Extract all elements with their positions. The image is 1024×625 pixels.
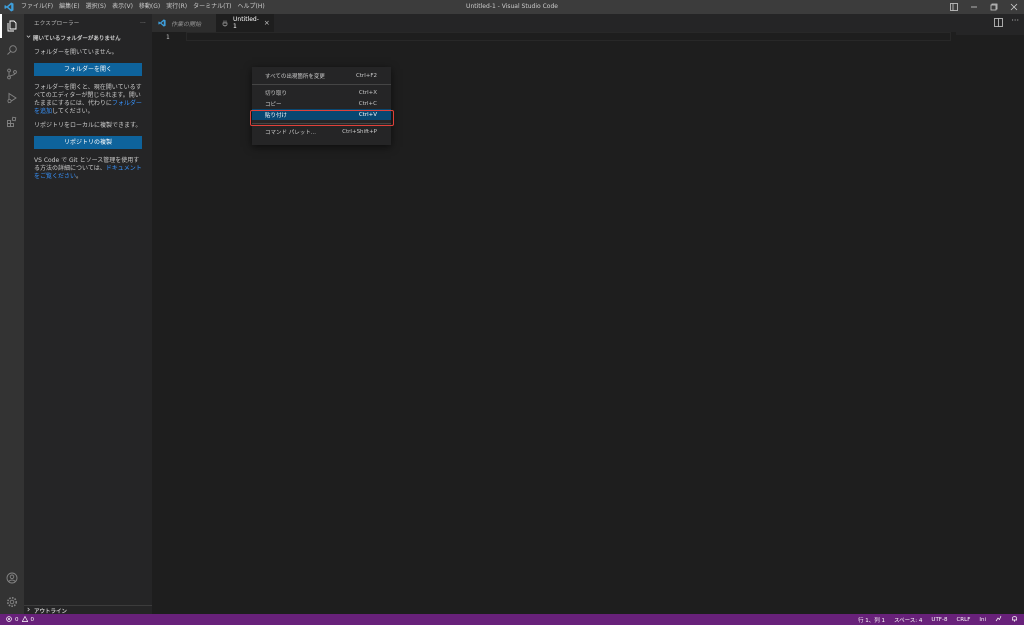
menu-selection[interactable]: 選択(S) xyxy=(83,0,110,14)
open-folder-desc-end: してください。 xyxy=(52,108,94,115)
search-icon[interactable] xyxy=(0,38,24,62)
line-number: 1 xyxy=(166,34,170,41)
no-folder-text: フォルダーを開いていません。 xyxy=(34,49,118,56)
settings-gear-icon[interactable] xyxy=(0,590,24,614)
menu-terminal[interactable]: ターミナル(T) xyxy=(190,0,234,14)
activity-bar xyxy=(0,14,24,615)
clone-text: リポジトリをローカルに複製できます。 xyxy=(34,122,142,129)
menu-item-shortcut: Ctrl+F2 xyxy=(355,72,377,79)
error-icon xyxy=(6,615,12,624)
language-mode[interactable]: Ini xyxy=(979,617,986,623)
chevron-down-icon xyxy=(26,34,31,41)
split-editor-icon[interactable] xyxy=(994,18,1004,28)
window-controls xyxy=(944,0,1024,14)
layout-icon[interactable] xyxy=(944,0,964,14)
sidebar-title: エクスプローラー xyxy=(34,21,80,27)
paste-highlight-annotation xyxy=(250,110,394,126)
end-of-line[interactable]: CRLF xyxy=(956,617,970,623)
section-title: 開いているフォルダーがありません xyxy=(33,35,121,42)
menu-item-label: コピー xyxy=(265,101,282,108)
menu-separator xyxy=(252,83,391,85)
account-icon[interactable] xyxy=(0,566,24,590)
current-line-highlight xyxy=(186,32,951,41)
more-actions-icon[interactable]: ··· xyxy=(140,20,146,26)
error-count: 0 xyxy=(15,616,19,623)
explorer-icon[interactable] xyxy=(0,14,24,38)
feedback-icon[interactable] xyxy=(995,615,1002,624)
indentation[interactable]: スペース: 4 xyxy=(894,616,922,624)
warning-count: 0 xyxy=(30,616,35,623)
minimize-icon[interactable] xyxy=(964,0,984,14)
encoding[interactable]: UTF-8 xyxy=(931,617,947,623)
source-control-icon[interactable] xyxy=(0,62,24,86)
tab-welcome[interactable]: 作業の開始 xyxy=(152,14,216,32)
tab-untitled[interactable]: Untitled-1 × xyxy=(216,14,274,32)
menu-item-shortcut: Ctrl+Shift+P xyxy=(342,128,377,135)
menu-item-copy[interactable]: コピー Ctrl+C xyxy=(252,98,391,109)
open-folder-description: フォルダーを開くと、現在開いているすべてのエディターが閉じられます。開いたままに… xyxy=(34,84,142,116)
status-bar-right: 行 1、列 1 スペース: 4 UTF-8 CRLF Ini xyxy=(858,614,1018,625)
context-menu: すべての出現箇所を変更 Ctrl+F2 切り取り Ctrl+X コピー Ctrl… xyxy=(252,67,391,145)
menu-go[interactable]: 移動(G) xyxy=(136,0,163,14)
cursor-position[interactable]: 行 1、列 1 xyxy=(858,616,885,624)
active-indicator xyxy=(0,14,2,38)
menu-item-command-palette[interactable]: コマンド パレット... Ctrl+Shift+P xyxy=(252,126,391,137)
menu-item-cut[interactable]: 切り取り Ctrl+X xyxy=(252,87,391,98)
no-folder-section-header[interactable]: 開いているフォルダーがありません xyxy=(24,32,152,43)
restore-icon[interactable] xyxy=(984,0,1004,14)
menu-view[interactable]: 表示(V) xyxy=(109,0,136,14)
menu-item-label: コマンド パレット... xyxy=(265,129,316,136)
vscode-tab-icon xyxy=(158,19,166,27)
problems-indicator[interactable]: 0 0 xyxy=(0,615,35,624)
git-description: VS Code で Git とソース管理を使用する方法の詳細については、ドキュメ… xyxy=(34,157,142,181)
notifications-bell-icon[interactable] xyxy=(1011,615,1018,624)
run-debug-icon[interactable] xyxy=(0,86,24,110)
status-bar: 0 0 行 1、列 1 スペース: 4 UTF-8 CRLF Ini xyxy=(0,614,1024,625)
menu-help[interactable]: ヘルプ(H) xyxy=(234,0,267,14)
menu-edit[interactable]: 編集(E) xyxy=(56,0,82,14)
menu-item-label: すべての出現箇所を変更 xyxy=(265,73,325,80)
menu-item-shortcut: Ctrl+C xyxy=(358,100,377,107)
chevron-right-icon xyxy=(26,607,31,614)
explorer-sidebar: エクスプローラー ··· 開いているフォルダーがありません フォルダーを開いてい… xyxy=(24,14,152,615)
open-folder-button[interactable]: フォルダーを開く xyxy=(34,63,142,76)
menu-file[interactable]: ファイル(F) xyxy=(18,0,56,14)
menu-item-label: 切り取り xyxy=(265,90,288,97)
tab-untitled-label: Untitled-1 xyxy=(233,16,259,30)
minimap-area xyxy=(956,32,1024,35)
warning-icon xyxy=(21,615,28,624)
title-bar: ファイル(F) 編集(E) 選択(S) 表示(V) 移動(G) 実行(R) ター… xyxy=(0,0,1024,14)
tab-bar: 作業の開始 Untitled-1 × ··· xyxy=(152,14,1024,32)
menu-bar: ファイル(F) 編集(E) 選択(S) 表示(V) 移動(G) 実行(R) ター… xyxy=(18,0,268,14)
git-desc-end: 。 xyxy=(76,173,83,180)
sidebar-header: エクスプローラー ··· xyxy=(24,14,152,32)
close-window-icon[interactable] xyxy=(1004,0,1024,14)
menu-item-change-all-occurrences[interactable]: すべての出現箇所を変更 Ctrl+F2 xyxy=(252,70,391,81)
menu-item-shortcut: Ctrl+X xyxy=(358,89,377,96)
menu-run[interactable]: 実行(R) xyxy=(163,0,190,14)
extensions-icon[interactable] xyxy=(0,110,24,134)
file-ini-icon xyxy=(222,20,228,27)
welcome-view: フォルダーを開いていません。 フォルダーを開く フォルダーを開くと、現在開いてい… xyxy=(24,43,152,181)
tab-welcome-label: 作業の開始 xyxy=(171,20,202,28)
vscode-logo-icon xyxy=(0,0,18,14)
close-tab-icon[interactable]: × xyxy=(264,19,270,27)
clone-repository-button[interactable]: リポジトリの複製 xyxy=(34,136,142,149)
editor-more-actions-icon[interactable]: ··· xyxy=(1011,16,1019,25)
